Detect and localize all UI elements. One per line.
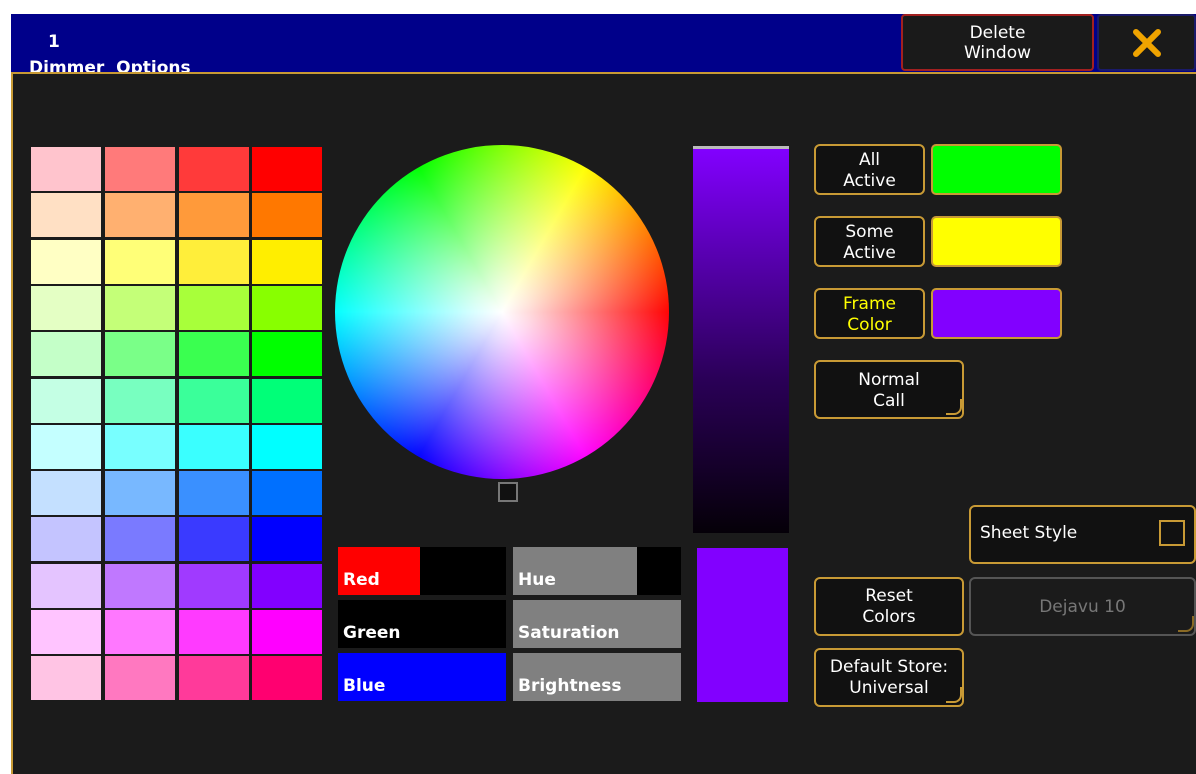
reset-colors-button[interactable]: Reset Colors bbox=[814, 577, 964, 636]
default-store-label: Default Store: Universal bbox=[829, 657, 949, 698]
color-wheel-marker[interactable] bbox=[498, 482, 518, 502]
some-active-button[interactable]: Some Active bbox=[814, 216, 925, 267]
sheet-style-button[interactable]: Sheet Style bbox=[969, 505, 1196, 564]
slider-label: Brightness bbox=[518, 676, 622, 696]
some-active-label: Some Active bbox=[843, 222, 896, 263]
palette-swatch[interactable] bbox=[179, 517, 249, 562]
normal-call-button[interactable]: Normal Call bbox=[814, 360, 964, 419]
palette-swatch[interactable] bbox=[252, 332, 322, 377]
palette-swatch[interactable] bbox=[252, 563, 322, 608]
hook-icon bbox=[946, 399, 962, 415]
checkbox-icon[interactable] bbox=[1159, 520, 1185, 546]
palette-swatch[interactable] bbox=[105, 193, 175, 238]
close-button[interactable] bbox=[1097, 14, 1196, 71]
green-slider[interactable]: Green bbox=[338, 600, 506, 648]
palette-swatch[interactable] bbox=[105, 656, 175, 701]
brightness-slider[interactable]: Brightness bbox=[513, 653, 681, 701]
palette-swatch[interactable] bbox=[179, 656, 249, 701]
palette-swatch[interactable] bbox=[31, 332, 101, 377]
blue-slider[interactable]: Blue bbox=[338, 653, 506, 701]
fixture-number: 1 bbox=[48, 32, 60, 52]
palette-swatch[interactable] bbox=[105, 378, 175, 423]
reset-colors-label: Reset Colors bbox=[862, 586, 916, 627]
palette-swatch[interactable] bbox=[105, 332, 175, 377]
palette-swatch[interactable] bbox=[31, 378, 101, 423]
default-store-button[interactable]: Default Store: Universal bbox=[814, 648, 964, 707]
all-active-label: All Active bbox=[843, 150, 896, 191]
normal-call-label: Normal Call bbox=[858, 370, 920, 411]
slider-label: Green bbox=[343, 623, 401, 643]
palette-swatch[interactable] bbox=[179, 239, 249, 284]
hook-icon bbox=[1178, 616, 1194, 632]
all-active-swatch[interactable] bbox=[931, 144, 1062, 195]
delete-window-button[interactable]: Delete Window bbox=[901, 14, 1094, 71]
palette-swatch[interactable] bbox=[179, 193, 249, 238]
palette-swatch[interactable] bbox=[252, 285, 322, 330]
palette-swatch[interactable] bbox=[105, 239, 175, 284]
palette-swatch[interactable] bbox=[31, 239, 101, 284]
palette-swatch[interactable] bbox=[31, 193, 101, 238]
palette-swatch[interactable] bbox=[105, 424, 175, 469]
palette-swatch[interactable] bbox=[252, 424, 322, 469]
slider-label: Saturation bbox=[518, 623, 620, 643]
palette-swatch[interactable] bbox=[31, 285, 101, 330]
hue-slider[interactable]: Hue bbox=[513, 547, 681, 595]
all-active-button[interactable]: All Active bbox=[814, 144, 925, 195]
frame-color-label: Frame Color bbox=[843, 294, 896, 335]
palette-swatch[interactable] bbox=[252, 517, 322, 562]
palette-swatch[interactable] bbox=[179, 610, 249, 654]
slider-label: Hue bbox=[518, 570, 556, 590]
slider-label: Blue bbox=[343, 676, 386, 696]
hook-icon bbox=[946, 687, 962, 703]
sheet-style-label: Sheet Style bbox=[980, 523, 1078, 543]
some-active-swatch[interactable] bbox=[931, 216, 1062, 267]
palette-swatch[interactable] bbox=[252, 147, 322, 191]
palette-swatch[interactable] bbox=[31, 563, 101, 608]
font-selector[interactable]: Dejavu 10 bbox=[969, 577, 1196, 636]
palette-swatch[interactable] bbox=[252, 193, 322, 238]
palette-swatch[interactable] bbox=[179, 424, 249, 469]
palette-swatch[interactable] bbox=[105, 147, 175, 191]
saturation-slider[interactable]: Saturation bbox=[513, 600, 681, 648]
palette-swatch[interactable] bbox=[179, 563, 249, 608]
palette-swatch[interactable] bbox=[31, 147, 101, 191]
palette-swatch[interactable] bbox=[252, 239, 322, 284]
palette-swatch[interactable] bbox=[252, 610, 322, 654]
palette-swatch[interactable] bbox=[179, 147, 249, 191]
palette-swatch[interactable] bbox=[31, 610, 101, 654]
color-wheel[interactable] bbox=[335, 145, 669, 479]
font-label: Dejavu 10 bbox=[1039, 597, 1126, 617]
palette-swatch[interactable] bbox=[31, 471, 101, 516]
palette-swatch[interactable] bbox=[105, 610, 175, 654]
red-slider[interactable]: Red bbox=[338, 547, 506, 595]
close-icon bbox=[1132, 29, 1161, 57]
palette-swatch[interactable] bbox=[179, 332, 249, 377]
palette-swatch[interactable] bbox=[31, 517, 101, 562]
palette-swatch[interactable] bbox=[179, 378, 249, 423]
frame-color-swatch[interactable] bbox=[931, 288, 1062, 339]
color-preview bbox=[697, 548, 788, 702]
delete-window-label: Delete Window bbox=[963, 23, 1032, 63]
palette-swatch[interactable] bbox=[252, 378, 322, 423]
brightness-bar[interactable] bbox=[693, 146, 789, 533]
frame-color-button[interactable]: Frame Color bbox=[814, 288, 925, 339]
palette-swatch[interactable] bbox=[179, 285, 249, 330]
palette-swatch[interactable] bbox=[105, 285, 175, 330]
slider-label: Red bbox=[343, 570, 380, 590]
palette-swatch[interactable] bbox=[31, 656, 101, 701]
palette-swatch[interactable] bbox=[252, 471, 322, 516]
palette-swatch[interactable] bbox=[105, 563, 175, 608]
palette-swatch[interactable] bbox=[105, 471, 175, 516]
palette-swatch[interactable] bbox=[31, 424, 101, 469]
palette-swatch[interactable] bbox=[252, 656, 322, 701]
palette-swatch[interactable] bbox=[105, 517, 175, 562]
palette-swatch[interactable] bbox=[179, 471, 249, 516]
